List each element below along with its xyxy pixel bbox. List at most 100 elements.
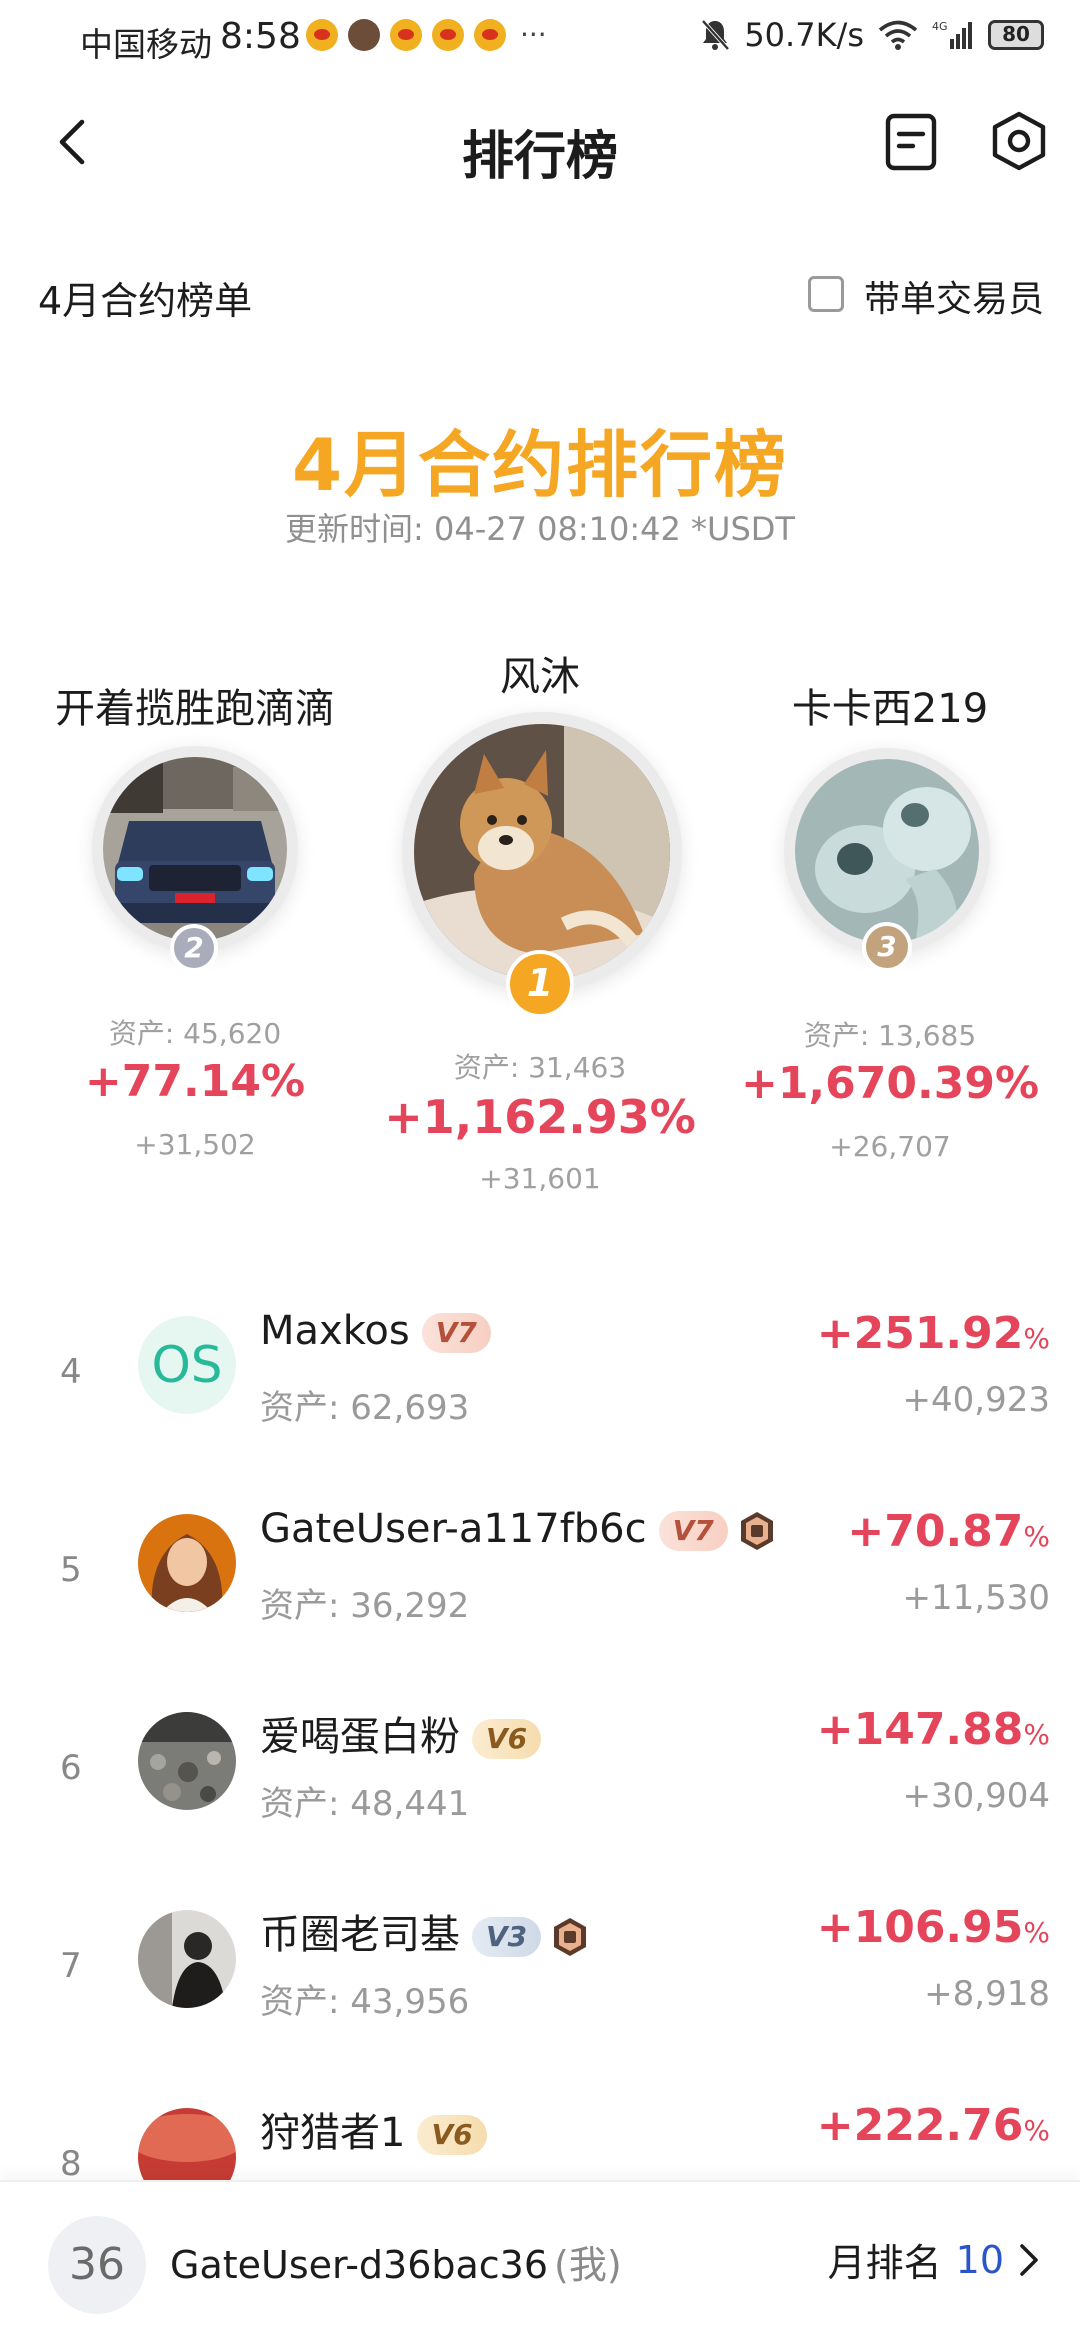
vip-badge: V6	[472, 1719, 542, 1759]
update-time: 04-27 08:10:42	[434, 510, 681, 548]
row-asset: 资产: 36,292	[260, 1586, 470, 1626]
avatar	[138, 1910, 236, 2008]
woman-portrait-photo	[138, 1514, 236, 1612]
me-tag: (我)	[554, 2243, 622, 2287]
row-profit-pct: +70.87%	[847, 1506, 1050, 1557]
profile-notification-icon	[348, 18, 380, 51]
notification-icons: ···	[306, 18, 547, 51]
podium-profit-pct: +1,670.39%	[740, 1058, 1040, 1109]
row-gain: +40,923	[902, 1380, 1050, 1420]
avatar	[138, 1712, 236, 1810]
row-asset: 资产: 43,956	[260, 1982, 470, 2022]
ranking-row[interactable]: 4 OS Maxkos V7 资产: 62,693 +251.92% +40,92…	[0, 1268, 1080, 1466]
rank-badge-silver: 2	[170, 924, 218, 972]
row-rank: 4	[60, 1352, 82, 1392]
user-name: Maxkos	[260, 1308, 410, 1354]
row-gain: +8,918	[924, 1974, 1050, 2014]
rank-badge-bronze: 3	[862, 922, 912, 972]
range-rover-photo	[103, 757, 287, 941]
earbuds-photo	[795, 759, 979, 943]
status-bar: 中国移动 8:58 ··· 50.7K/s 4G 80	[0, 0, 1080, 76]
row-gain: +11,530	[902, 1578, 1050, 1618]
row-user: 爱喝蛋白粉 V6	[260, 1704, 542, 1762]
user-name: GateUser-a117fb6c	[260, 1506, 647, 1552]
unit-label: *USDT	[691, 510, 795, 548]
ranking-row[interactable]: 7 币圈老司基 V3 资产: 43,956 +106.95% +8,918	[0, 1862, 1080, 2060]
wifi-icon	[878, 20, 918, 50]
ranking-row[interactable]: 5 GateUser-a117fb6c V7 资产: 36,292 +70.87%…	[0, 1466, 1080, 1664]
pct-value: +147.88	[816, 1704, 1024, 1755]
rank-badge-gold: 1	[506, 950, 574, 1018]
row-asset: 资产: 48,441	[260, 1784, 470, 1824]
user-name: 币圈老司基	[260, 1912, 460, 1958]
my-rank-bar[interactable]: 36 GateUser-d36bac36 (我) 月排名 10	[0, 2180, 1080, 2340]
app-header: 排行榜	[0, 100, 1080, 187]
network-type-label: 4G	[932, 20, 948, 33]
podium-gain: +31,502	[134, 1128, 256, 1161]
row-profit-pct: +222.76%	[817, 2100, 1050, 2151]
podium-profit-pct: +77.14%	[84, 1056, 306, 1107]
vip-badge: V6	[417, 2115, 487, 2155]
avatar	[138, 1514, 236, 1612]
row-rank: 5	[60, 1550, 82, 1590]
update-label: 更新时间:	[285, 510, 424, 548]
my-user: GateUser-d36bac36 (我)	[170, 2234, 622, 2289]
vip-badge: V7	[421, 1313, 491, 1353]
pct-sign: %	[1023, 1718, 1050, 1751]
pct-value: +106.95	[816, 1902, 1024, 1953]
trader-filter-label[interactable]: 带单交易员	[864, 270, 1044, 322]
pct-sign: %	[1023, 1916, 1050, 1949]
avatar	[795, 759, 979, 943]
podium-gain: +26,707	[829, 1130, 951, 1163]
user-name: 爱喝蛋白粉	[260, 1714, 460, 1760]
my-user-name: GateUser-d36bac36	[170, 2243, 549, 2287]
medal-badge-icon	[554, 1918, 587, 1956]
pct-value: +222.76	[816, 2100, 1024, 2151]
row-profit-pct: +147.88%	[817, 1704, 1050, 1755]
avatar: OS	[138, 1316, 236, 1414]
weibo-icon	[390, 18, 422, 51]
pct-value: +70.87	[847, 1506, 1024, 1557]
monthly-rank-value: 10	[955, 2237, 1004, 2282]
user-name: 狩猎者1	[260, 2110, 406, 2156]
podium-asset: 资产: 45,620	[108, 1017, 282, 1050]
status-right: 50.7K/s 4G 80	[700, 16, 1044, 54]
row-user: 币圈老司基 V3	[260, 1902, 589, 1960]
leaderboard-page: 中国移动 8:58 ··· 50.7K/s 4G 80 排行榜 4月合约榜单 带…	[0, 0, 1080, 2340]
row-rank: 8	[60, 2144, 82, 2184]
podium-asset: 资产: 13,685	[803, 1019, 977, 1052]
clock: 8:58	[220, 16, 301, 57]
monthly-rank-link[interactable]: 月排名 10	[828, 2232, 1040, 2287]
podium-asset: 资产: 31,463	[453, 1051, 627, 1084]
row-rank: 6	[60, 1748, 82, 1788]
update-info: 更新时间: 04-27 08:10:42 *USDT	[0, 504, 1080, 550]
row-user: Maxkos V7	[260, 1308, 491, 1354]
net-speed: 50.7K/s	[744, 16, 864, 54]
shiba-dog-photo	[414, 724, 670, 980]
contract-list-title: 4月合约榜单	[38, 279, 253, 323]
podium-name: 卡卡西219	[791, 686, 989, 732]
leaderboard-heading: 4月合约排行榜	[291, 423, 789, 507]
monthly-rank-label: 月排名	[827, 2241, 942, 2285]
podium-name: 开着揽胜跑滴滴	[55, 686, 335, 732]
settings-gear-icon[interactable]	[986, 108, 1052, 174]
mute-bell-icon	[701, 19, 730, 51]
row-user: 狩猎者1 V6	[260, 2100, 487, 2158]
filter-row: 4月合约榜单 带单交易员	[0, 262, 1080, 326]
avatar	[103, 757, 287, 941]
my-rank-number: 36	[48, 2216, 146, 2314]
vip-badge: V3	[472, 1917, 542, 1957]
gravel-photo	[138, 1712, 236, 1810]
pct-sign: %	[1023, 2114, 1050, 2147]
vip-badge: V7	[658, 1511, 728, 1551]
man-back-photo	[138, 1910, 236, 2008]
medal-badge-icon	[740, 1512, 773, 1550]
row-profit-pct: +251.92%	[817, 1308, 1050, 1359]
trader-filter-checkbox[interactable]	[808, 276, 844, 312]
rules-document-icon[interactable]	[880, 110, 942, 174]
carrier-label: 中国移动	[80, 25, 212, 64]
chevron-right-icon	[1020, 2243, 1038, 2276]
pct-sign: %	[1023, 1520, 1050, 1553]
pct-value: +251.92	[816, 1308, 1024, 1359]
ranking-row[interactable]: 6 爱喝蛋白粉 V6 资产: 48,441 +147.88% +30,904	[0, 1664, 1080, 1862]
